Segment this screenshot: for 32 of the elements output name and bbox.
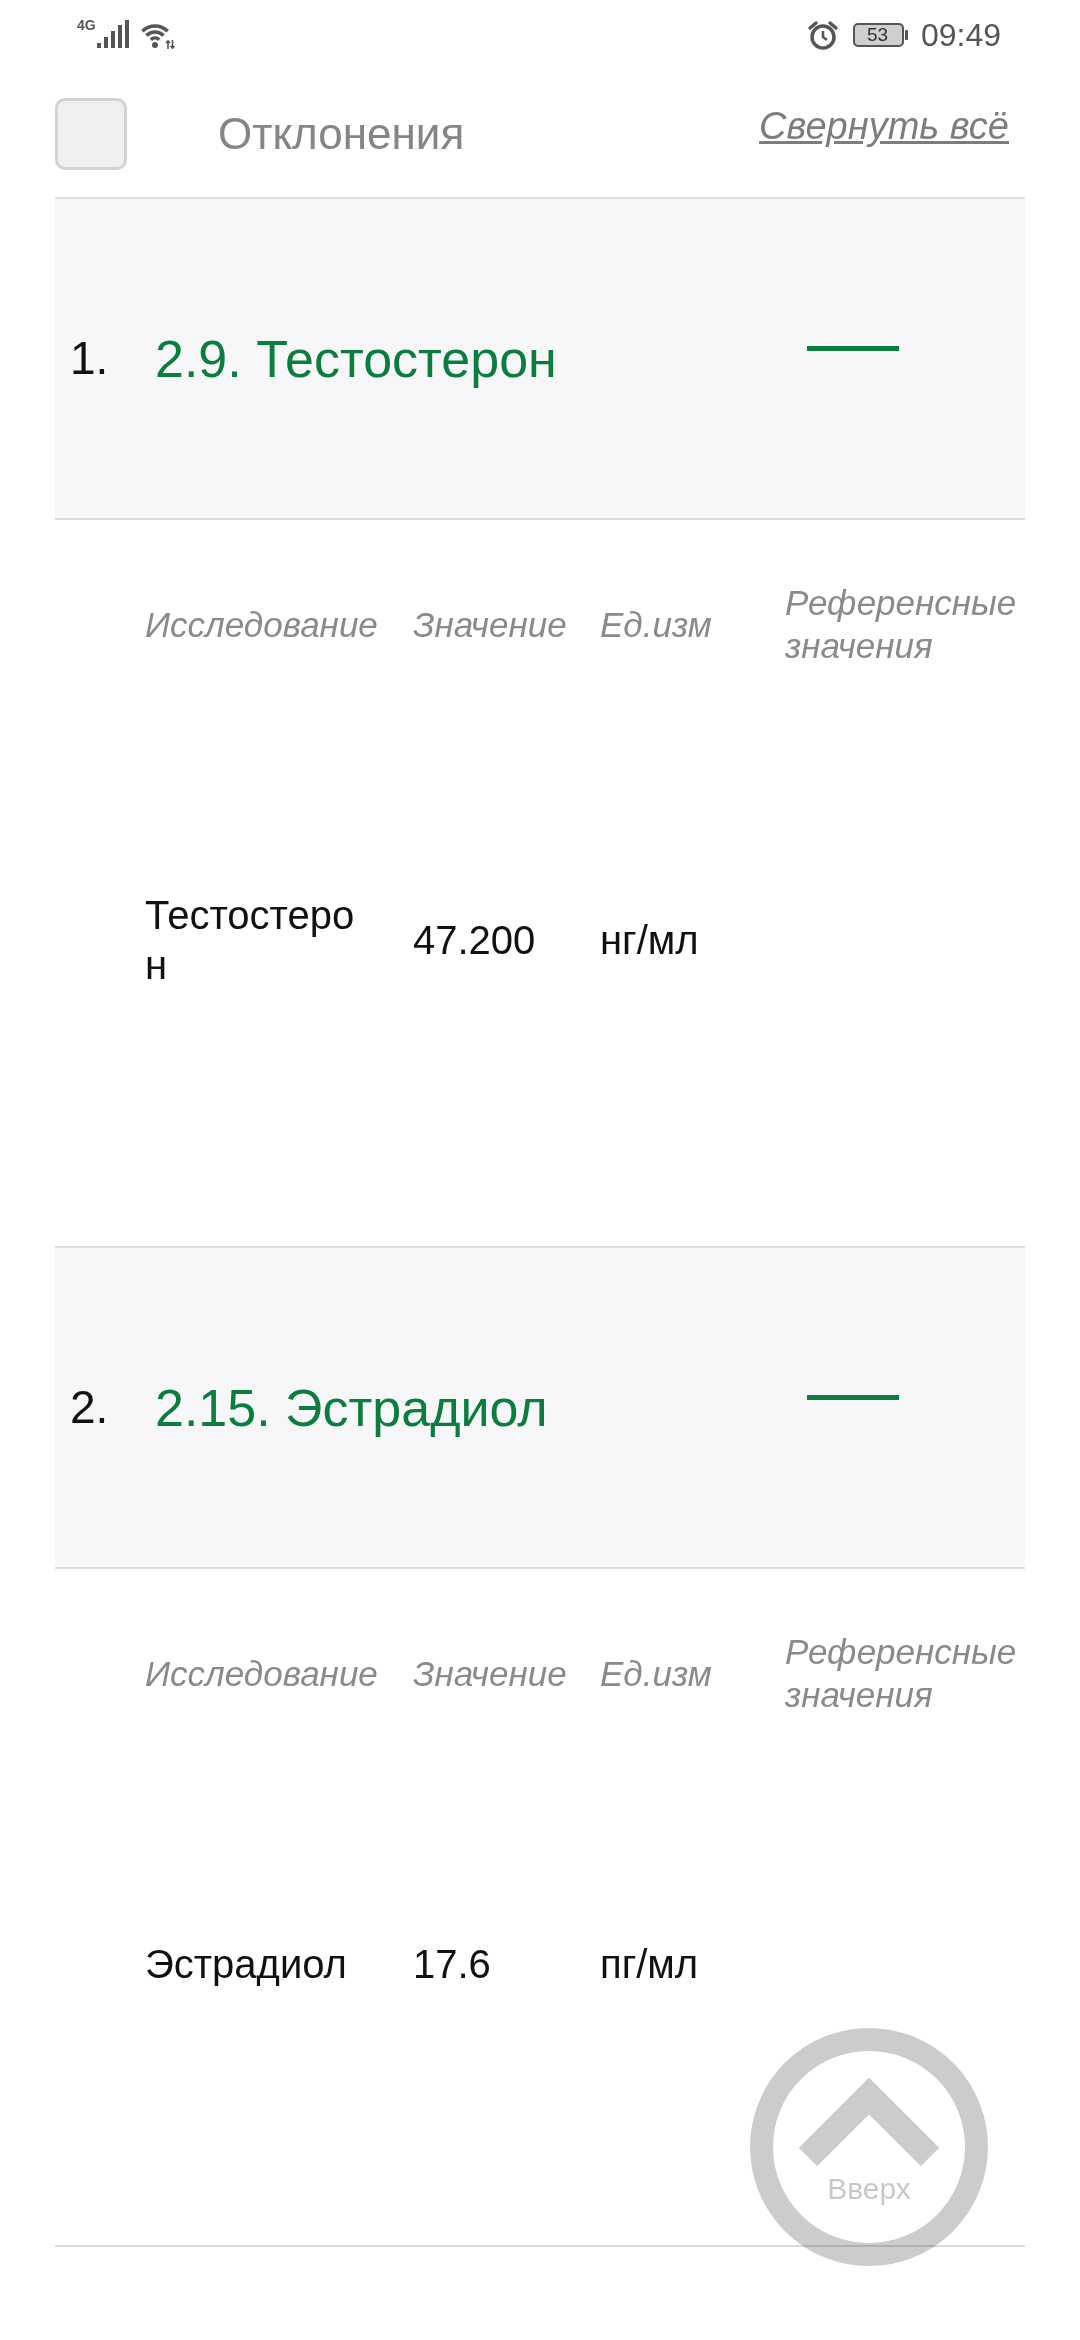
table-cell-text: нг/мл — [600, 917, 700, 964]
table-cell-text: Тестостерон — [145, 892, 356, 989]
table-cell-text: 17.6 — [413, 1941, 492, 1988]
column-header: Референсные значения — [785, 582, 1018, 667]
column-header: Ед.изм — [600, 1652, 713, 1695]
section-title: 2.9. Тестостерон — [155, 328, 557, 390]
section-number: 2. — [70, 1380, 110, 1435]
checkbox[interactable] — [55, 97, 127, 170]
column-header: Значение — [413, 603, 568, 646]
alarm-icon — [806, 20, 839, 50]
section-title: 2.15. Эстрадиол — [155, 1377, 548, 1439]
minus-icon[interactable] — [807, 1395, 899, 1400]
column-header: Референсные значения — [785, 1631, 1018, 1716]
signal-icon — [96, 20, 130, 48]
table-cell-text: Эстрадиол — [145, 1941, 348, 1988]
section-header[interactable]: 2. 2.15. Эстрадиол — [55, 1248, 1025, 1569]
minus-icon[interactable] — [807, 346, 899, 351]
table-cell-text: пг/мл — [600, 1941, 700, 1988]
column-header: Исследование — [145, 1652, 379, 1695]
column-header: Значение — [413, 1652, 568, 1695]
section-header[interactable]: 1. 2.9. Тестостерон — [55, 199, 1025, 520]
battery-icon — [852, 23, 909, 47]
column-header: Исследование — [145, 603, 379, 646]
table-cell-text: 47.200 — [413, 917, 537, 964]
chevron-up-icon — [799, 2078, 939, 2166]
battery-percent-text: 53 — [866, 24, 889, 46]
network-type-text: 4G — [77, 18, 96, 32]
section-number: 1. — [70, 331, 110, 386]
column-header: Ед.изм — [600, 603, 713, 646]
clock-text: 09:49 — [920, 19, 1001, 51]
collapse-all-link[interactable]: Свернуть всё — [759, 98, 1009, 155]
filter-label: Отклонения — [218, 107, 465, 160]
